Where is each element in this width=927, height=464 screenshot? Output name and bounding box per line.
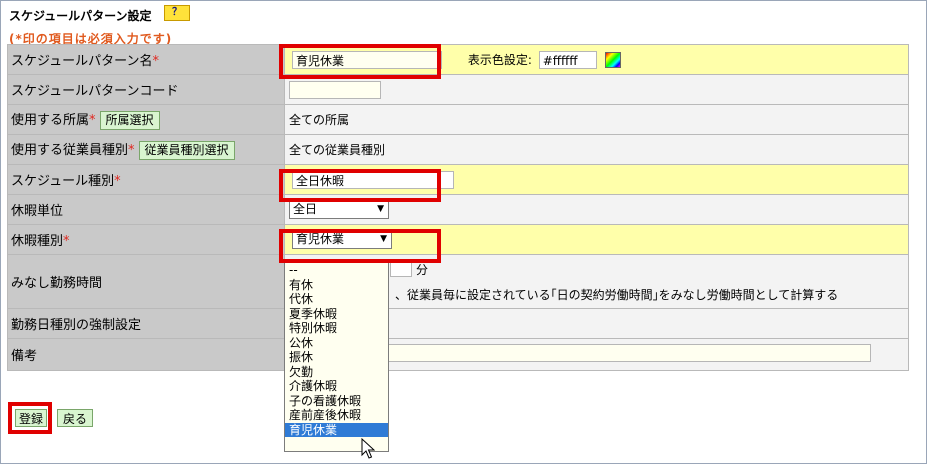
- minutes-unit: 分: [416, 263, 429, 277]
- row-department: 使用する所属* 所属選択 全ての所属: [7, 104, 909, 135]
- chevron-down-icon: ▼: [380, 234, 387, 244]
- label-employee-type: 使用する従業員種別: [11, 143, 129, 158]
- row-deemed-hours: みなし勤務時間 分 、従業員毎に設定されている｢日の契約労働時間｣をみなし労働時…: [7, 254, 909, 309]
- label-deemed-hours: みなし勤務時間: [7, 254, 285, 309]
- mouse-cursor-icon: [361, 438, 375, 459]
- department-select-button[interactable]: 所属選択: [99, 111, 160, 130]
- dropdown-option[interactable]: 産前産後休暇: [285, 408, 388, 423]
- dropdown-option[interactable]: 育児休業: [285, 422, 388, 437]
- employee-type-value: 全ての従業員種別: [284, 134, 909, 165]
- dropdown-option[interactable]: 夏季休暇: [285, 307, 388, 322]
- row-employee-type: 使用する従業員種別* 従業員種別選択 全ての従業員種別: [7, 134, 909, 165]
- label-remarks: 備考: [7, 338, 285, 371]
- chevron-down-icon: ▼: [377, 204, 384, 214]
- leave-unit-select[interactable]: 全日 ▼: [289, 200, 389, 219]
- back-button[interactable]: 戻る: [57, 409, 93, 427]
- submit-button[interactable]: 登録: [15, 409, 47, 427]
- row-forced-workday: 勤務日種別の強制設定: [7, 308, 909, 339]
- dropdown-option[interactable]: 振休: [285, 350, 388, 365]
- dropdown-option[interactable]: 子の看護休暇: [285, 394, 388, 409]
- row-schedule-type: スケジュール種別* 全日休暇: [7, 164, 909, 195]
- remarks-input[interactable]: [388, 344, 871, 362]
- employee-type-select-button[interactable]: 従業員種別選択: [138, 141, 235, 160]
- page-title: スケジュールパターン設定: [9, 9, 152, 23]
- color-palette-icon[interactable]: [604, 51, 621, 68]
- department-value: 全ての所属: [284, 104, 909, 135]
- schedule-pattern-form: スケジュールパターン名* 育児休業 表示色設定: #ffffff スケジュールパ…: [7, 44, 909, 371]
- deemed-hours-note: 、従業員毎に設定されている｢日の契約労働時間｣をみなし労働時間として計算する: [395, 288, 839, 302]
- color-input[interactable]: #ffffff: [538, 50, 597, 69]
- dropdown-option[interactable]: 欠勤: [285, 365, 388, 380]
- dropdown-option[interactable]: 介護休暇: [285, 379, 388, 394]
- label-department: 使用する所属: [11, 113, 90, 128]
- dropdown-option[interactable]: 有休: [285, 278, 388, 293]
- help-button[interactable]: ？: [164, 5, 190, 21]
- label-schedule-type: スケジュール種別*: [7, 164, 285, 195]
- label-leave-type: 休暇種別*: [7, 224, 285, 255]
- label-forced-workday: 勤務日種別の強制設定: [7, 308, 285, 339]
- row-leave-unit: 休暇単位 全日 ▼: [7, 194, 909, 225]
- row-pattern-code: スケジュールパターンコード: [7, 74, 909, 105]
- dropdown-option[interactable]: --: [285, 263, 388, 278]
- deemed-minutes-input[interactable]: [390, 259, 412, 277]
- pattern-code-input[interactable]: [289, 80, 381, 99]
- label-pattern-code: スケジュールパターンコード: [7, 74, 285, 105]
- row-leave-type: 休暇種別* 育児休業 ▼: [7, 224, 909, 255]
- dropdown-option[interactable]: 代休: [285, 292, 388, 307]
- dropdown-option[interactable]: 公休: [285, 336, 388, 351]
- pattern-name-input[interactable]: 育児休業: [292, 50, 442, 69]
- label-pattern-name: スケジュールパターン名*: [7, 44, 285, 75]
- row-pattern-name: スケジュールパターン名* 育児休業 表示色設定: #ffffff: [7, 44, 909, 75]
- leave-type-dropdown-list[interactable]: -- 有休 代休 夏季休暇 特別休暇 公休 振休 欠勤 介護休暇 子の看護休暇 産前産後休暇 育児休業: [284, 262, 389, 452]
- leave-type-select[interactable]: 育児休業 ▼: [292, 230, 392, 249]
- color-setting-label: 表示色設定:: [467, 53, 532, 67]
- label-leave-unit: 休暇単位: [7, 194, 285, 225]
- schedule-type-input[interactable]: 全日休暇: [292, 170, 454, 189]
- row-remarks: 備考: [7, 338, 909, 371]
- dropdown-option[interactable]: 特別休暇: [285, 321, 388, 336]
